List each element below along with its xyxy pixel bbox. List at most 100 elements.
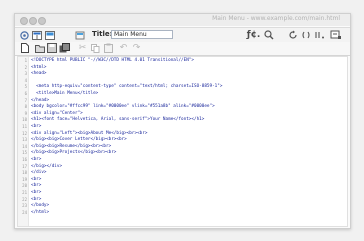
- line-number: 1: [24, 58, 27, 63]
- line-number: 10: [22, 117, 27, 123]
- options-icon[interactable]: [301, 30, 311, 40]
- line-number: 11: [22, 124, 27, 129]
- cut-icon[interactable]: ✂: [78, 43, 87, 53]
- code-text: <br>: [31, 124, 42, 129]
- code-line: 6 <title>Main Menu</title>: [18, 91, 347, 97]
- code-line: 23 </body>: [18, 203, 347, 209]
- code-line: 3 <head>: [18, 71, 347, 77]
- open-icon[interactable]: [35, 43, 45, 53]
- code-text: <head>: [31, 71, 47, 77]
- code-text: <!DOCTYPE html PUBLIC "-//W3C//DTD HTML …: [31, 58, 194, 63]
- code-view-icon[interactable]: [19, 30, 29, 40]
- code-text: <div align="Left"><big>About Me</big><br…: [31, 130, 148, 136]
- code-line: 22 <br>: [18, 197, 347, 203]
- line-number: 20: [22, 183, 27, 189]
- split-view-icon[interactable]: [32, 30, 42, 40]
- close-window-button[interactable]: [20, 17, 28, 25]
- code-text: </body>: [31, 203, 50, 209]
- code-text: </head>: [31, 97, 50, 103]
- line-number: 23: [22, 203, 27, 209]
- line-number: 17: [22, 163, 27, 169]
- document-toolbar: Title: ƒ¢.: [15, 27, 350, 43]
- code-line: 15 </big><big>Projects</big><br><br>: [18, 150, 347, 156]
- code-line: 5 <meta http-equiv="content-type" conten…: [18, 84, 347, 90]
- line-number: 4: [24, 77, 27, 83]
- title-label: Title:: [92, 30, 113, 38]
- code-line: 17 </big></div>: [18, 164, 347, 170]
- code-text: </big><big>Resume</big><br><br>: [31, 143, 112, 149]
- code-text: </div>: [31, 170, 47, 176]
- page-title-input[interactable]: [111, 30, 173, 39]
- line-number: 6: [24, 91, 27, 96]
- code-line: 18 </div>: [18, 170, 347, 176]
- code-line: 1 <!DOCTYPE html PUBLIC "-//W3C//DTD HTML…: [18, 58, 347, 64]
- line-number: 22: [22, 196, 27, 202]
- code-line: 21 <br>: [18, 190, 347, 196]
- screenshot-page: Main Menu - www.example.com/main.html Ti…: [0, 0, 364, 241]
- line-number: 16: [22, 157, 27, 162]
- code-line: 14 </big><big>Resume</big><br><br>: [18, 144, 347, 150]
- code-text: </big><big>Cover Letter</big><br><br>: [31, 137, 127, 143]
- code-line: 10 <h1><font face="Helvetica, Arial, sans…: [18, 117, 347, 123]
- line-number: 19: [22, 176, 27, 182]
- line-number: 24: [22, 209, 27, 215]
- code-line: 24 </html>: [18, 210, 347, 216]
- code-line: 9 <div align="Center">: [18, 111, 347, 117]
- code-line: 11 <br>: [18, 124, 347, 130]
- code-line: 19 <br>: [18, 177, 347, 183]
- redo-icon[interactable]: ↷: [132, 43, 141, 53]
- code-text: <body bgcolor="#ffcc99" link="#0000ee" v…: [31, 104, 215, 110]
- code-line: 20 <br>: [18, 183, 347, 189]
- code-line: 8 <body bgcolor="#ffcc99" link="#0000ee" …: [18, 104, 347, 110]
- window-title: Main Menu - www.example.com/main.html: [212, 15, 340, 22]
- browser-preview-icon[interactable]: [264, 30, 274, 40]
- code-text: <br>: [31, 190, 42, 195]
- code-editor[interactable]: 1 <!DOCTYPE html PUBLIC "-//W3C//DTD HTML…: [17, 56, 348, 227]
- line-number: 3: [24, 71, 27, 77]
- validate-icon[interactable]: ƒ¢.: [247, 30, 261, 40]
- code-text: <br>: [31, 176, 42, 182]
- minimize-window-button[interactable]: [29, 17, 37, 25]
- code-text: <meta http-equiv="content-type" content=…: [31, 84, 223, 90]
- new-document-icon[interactable]: [20, 43, 29, 53]
- zoom-window-button[interactable]: [38, 17, 46, 25]
- code-text: <html>: [31, 64, 47, 70]
- undo-icon[interactable]: ↶: [119, 43, 128, 53]
- page-title-icon: [75, 30, 85, 40]
- window-titlebar: Main Menu - www.example.com/main.html: [15, 14, 350, 26]
- code-text: </big><big>Projects</big><br><br>: [31, 150, 117, 156]
- code-line: 4: [18, 78, 347, 84]
- refresh-icon[interactable]: [288, 30, 298, 40]
- code-line: 12 <div align="Left"><big>About Me</big><…: [18, 131, 347, 137]
- line-number: 5: [24, 84, 27, 90]
- save-all-icon[interactable]: [59, 43, 70, 53]
- standard-toolbar: ✂ ↶ ↷: [15, 42, 350, 56]
- line-number: 14: [22, 143, 27, 149]
- code-line: 13 </big><big>Cover Letter</big><br><br>: [18, 137, 347, 143]
- code-text: <br>: [31, 196, 42, 202]
- code-line: 16 <br>: [18, 157, 347, 163]
- code-text: <br>: [31, 183, 42, 189]
- paste-icon[interactable]: [104, 43, 113, 53]
- file-management-icon[interactable]: [314, 30, 326, 40]
- code-text: </big></div>: [31, 163, 63, 169]
- code-line: 2 <html>: [18, 65, 347, 71]
- code-line: 7 </head>: [18, 98, 347, 104]
- line-number: 2: [24, 64, 27, 70]
- code-text: <title>Main Menu</title>: [31, 91, 99, 96]
- line-number: 18: [22, 170, 27, 176]
- design-view-icon[interactable]: [45, 30, 55, 40]
- line-number: 13: [22, 137, 27, 143]
- copy-icon[interactable]: [91, 43, 100, 53]
- check-page-icon[interactable]: [330, 30, 342, 40]
- line-number: 15: [22, 150, 27, 156]
- save-icon[interactable]: [47, 43, 57, 53]
- editor-window: Main Menu - www.example.com/main.html Ti…: [14, 13, 351, 229]
- code-text: <div align="Center">: [31, 110, 83, 116]
- line-number: 7: [24, 97, 27, 103]
- code-text: <h1><font face="Helvetica, Arial, sans-s…: [31, 117, 205, 123]
- code-text: <br>: [31, 157, 42, 162]
- line-number: 12: [22, 130, 27, 136]
- code-text: </html>: [31, 209, 50, 215]
- line-number: 9: [24, 110, 27, 116]
